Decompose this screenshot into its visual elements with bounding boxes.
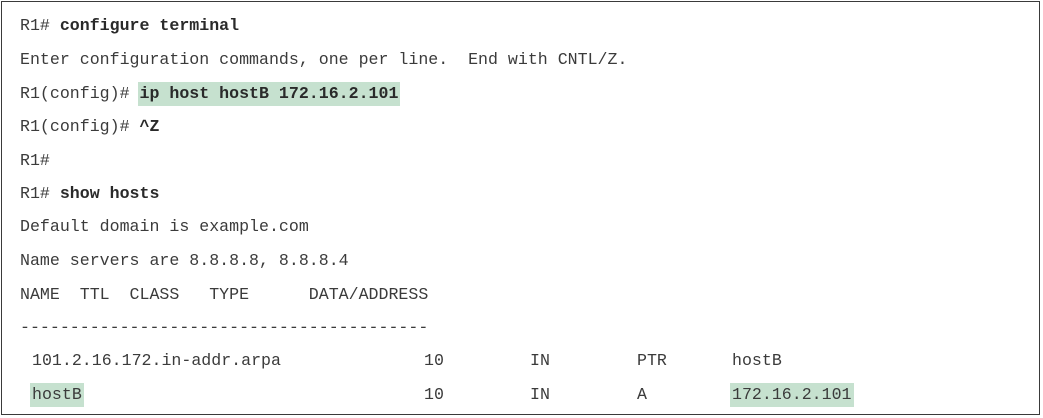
prompt: R1(config)# [20, 117, 140, 136]
terminal-line-default-domain: Default domain is example.com [20, 217, 309, 236]
prompt: R1(config)# [20, 84, 140, 103]
host-name-cell-highlighted: hostB [30, 382, 84, 408]
command-text: show hosts [59, 184, 160, 203]
terminal-line-configure: R1# configure terminal [20, 13, 239, 39]
terminal-output-frame: R1# configure terminal Enter configurati… [1, 1, 1040, 415]
terminal-line-show-hosts: R1# show hosts [20, 181, 159, 207]
terminal-line-enter-config: Enter configuration commands, one per li… [20, 50, 628, 69]
type-cell: A [637, 385, 647, 404]
ttl-cell: 10 [424, 351, 444, 370]
terminal-line-ctrl-z: R1(config)# ^Z [20, 114, 159, 140]
class-cell: IN [530, 351, 550, 370]
host-table-separator: ----------------------------------------… [20, 318, 429, 337]
ttl-cell: 10 [424, 385, 444, 404]
host-name-cell: 101.2.16.172.in-addr.arpa [32, 351, 281, 370]
type-cell: PTR [637, 351, 667, 370]
data-address-cell-highlighted: 172.16.2.101 [730, 382, 854, 408]
prompt: R1# [20, 16, 60, 35]
class-cell: IN [530, 385, 550, 404]
command-text: ^Z [139, 117, 160, 136]
command-text: configure terminal [59, 16, 240, 35]
terminal-line-name-servers: Name servers are 8.8.8.8, 8.8.8.4 [20, 251, 349, 270]
highlight-box: hostB [30, 383, 84, 407]
terminal-line-prompt: R1# [20, 151, 50, 170]
host-table-header: NAME TTL CLASS TYPE DATA/ADDRESS [20, 285, 429, 304]
prompt: R1# [20, 184, 60, 203]
terminal-line-ip-host: R1(config)# ip host hostB 172.16.2.101 [20, 81, 401, 107]
highlighted-command-text: ip host hostB 172.16.2.101 [137, 82, 401, 106]
highlight-box: 172.16.2.101 [730, 383, 854, 407]
data-address-cell: hostB [732, 351, 782, 370]
